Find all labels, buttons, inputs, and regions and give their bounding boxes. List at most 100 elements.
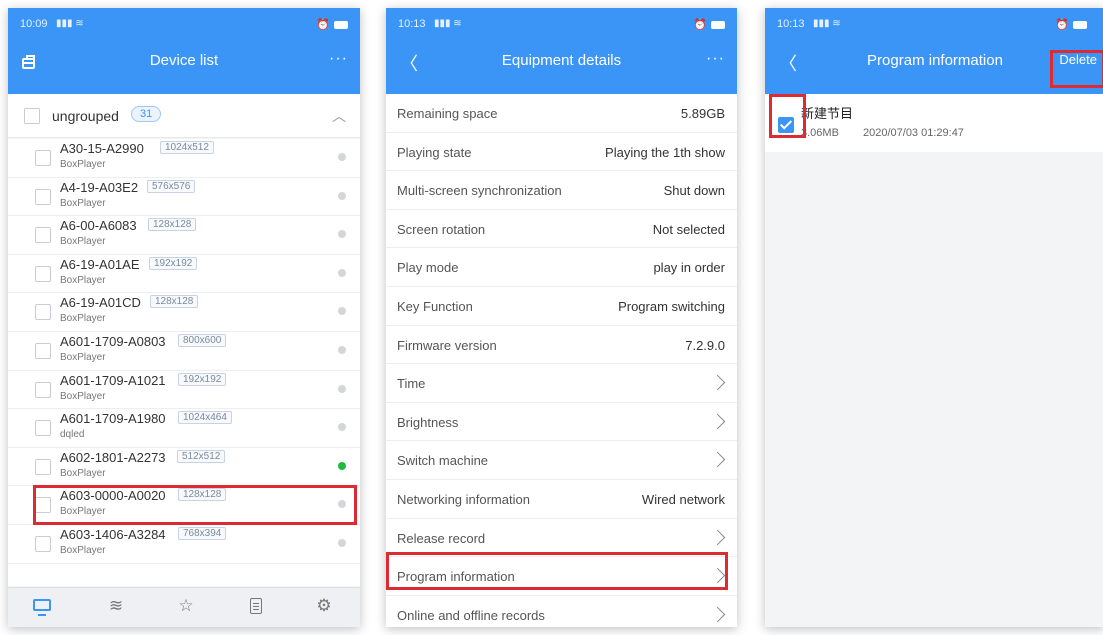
device-type: BoxPlayer xyxy=(60,159,106,170)
detail-value: Shut down xyxy=(663,183,725,199)
device-type: BoxPlayer xyxy=(60,351,106,363)
detail-row[interactable]: Key Function Program switching xyxy=(386,286,737,326)
detail-label: Play mode xyxy=(397,260,459,276)
device-row[interactable]: A6-19-A01AE 192x192 BoxPlayer xyxy=(8,254,360,294)
status-dot xyxy=(338,500,346,509)
detail-label: Program information xyxy=(397,569,515,585)
device-name: A6-00-A6083 xyxy=(60,218,137,234)
layers-icon[interactable]: ≋ xyxy=(104,596,128,618)
device-checkbox[interactable] xyxy=(35,458,51,475)
program-item[interactable]: 新建节目 3.06MB 2020/07/03 01:29:47 xyxy=(765,94,1103,152)
device-type: BoxPlayer xyxy=(60,467,106,479)
device-name: A603-1406-A3284 xyxy=(60,526,166,542)
detail-label: Networking information xyxy=(397,491,530,507)
device-row[interactable]: A6-19-A01CD 128x128 BoxPlayer xyxy=(8,293,360,332)
detail-row[interactable]: Online and offline records xyxy=(386,595,737,627)
device-type: BoxPlayer xyxy=(60,197,106,209)
device-type: BoxPlayer xyxy=(60,236,106,248)
chevron-right-icon[interactable] xyxy=(709,567,726,584)
device-name: A603-0000-A0020 xyxy=(60,488,166,504)
device-resolution-badge: 1024x464 xyxy=(178,411,232,425)
device-type: BoxPlayer xyxy=(60,313,106,325)
device-checkbox[interactable] xyxy=(35,188,51,205)
detail-row[interactable]: Brightness xyxy=(386,402,737,442)
signal-icon: ▮▮▮ ≋ xyxy=(56,18,84,29)
detail-row[interactable]: Networking information Wired network xyxy=(386,479,737,519)
delete-button[interactable]: Delete xyxy=(1059,52,1097,67)
device-type: BoxPlayer xyxy=(60,390,106,402)
device-row[interactable]: A601-1709-A1021 192x192 BoxPlayer xyxy=(8,370,360,410)
detail-label: Brightness xyxy=(397,414,459,430)
detail-label: Time xyxy=(397,376,426,392)
device-row[interactable]: A603-0000-A0020 128x128 BoxPlayer xyxy=(8,486,360,525)
device-name: A6-19-A01CD xyxy=(60,295,141,311)
detail-row[interactable]: Multi-screen synchronization Shut down xyxy=(386,171,737,210)
detail-row[interactable]: Screen rotation Not selected xyxy=(386,209,737,249)
device-resolution-badge: 192x192 xyxy=(149,256,198,270)
program-size: 3.06MB xyxy=(801,127,839,139)
program-date: 2020/07/03 01:29:47 xyxy=(863,127,964,139)
group-count-badge: 31 xyxy=(131,106,162,122)
device-row[interactable]: A4-19-A03E2 576x576 BoxPlayer xyxy=(8,177,360,217)
device-name: A601-1709-A1980 xyxy=(60,411,166,427)
device-row[interactable]: A603-1406-A3284 768x394 BoxPlayer xyxy=(8,524,360,564)
monitor-icon[interactable] xyxy=(30,596,54,618)
settings-icon[interactable]: ⚙ xyxy=(312,596,336,618)
star-icon[interactable]: ☆ xyxy=(174,596,198,618)
detail-row[interactable]: Release record xyxy=(386,518,737,558)
chevron-right-icon[interactable] xyxy=(709,374,726,391)
detail-label: Multi-screen synchronization xyxy=(397,183,562,199)
chevron-right-icon[interactable] xyxy=(709,452,726,468)
detail-row[interactable]: Firmware version 7.2.9.0 xyxy=(386,325,737,365)
device-type: BoxPlayer xyxy=(60,506,106,518)
detail-row[interactable]: Play mode play in order xyxy=(386,248,737,287)
device-checkbox[interactable] xyxy=(35,420,51,437)
chevron-right-icon[interactable] xyxy=(709,529,726,545)
status-dot xyxy=(338,538,346,547)
program-information-header: 10:13 ▮▮▮ ≋ ⏰ 〈 Program information Dele… xyxy=(765,8,1103,94)
device-checkbox[interactable] xyxy=(35,497,51,514)
device-checkbox[interactable] xyxy=(35,535,51,552)
detail-label: Screen rotation xyxy=(397,221,486,237)
device-checkbox[interactable] xyxy=(35,381,51,398)
detail-label: Switch machine xyxy=(397,453,489,469)
device-row[interactable]: A602-1801-A2273 512x512 BoxPlayer xyxy=(8,447,360,487)
chevron-up-icon[interactable]: ︿ xyxy=(332,106,346,126)
detail-value: Playing the 1th show xyxy=(605,144,725,160)
chevron-right-icon[interactable] xyxy=(709,413,726,430)
device-resolution-badge: 768x394 xyxy=(178,526,227,540)
equipment-details-header: 10:13 ▮▮▮ ≋ ⏰ 〈 Equipment details ··· xyxy=(386,8,737,94)
device-resolution-badge: 128x128 xyxy=(178,488,227,502)
detail-value: 5.89GB xyxy=(680,106,725,121)
more-icon[interactable]: ··· xyxy=(706,50,725,68)
device-checkbox[interactable] xyxy=(35,150,51,166)
status-bar: 10:13 ▮▮▮ ≋ ⏰ xyxy=(398,18,725,34)
device-checkbox[interactable] xyxy=(35,342,51,359)
device-checkbox[interactable] xyxy=(35,227,51,244)
detail-row[interactable]: Switch machine xyxy=(386,441,737,480)
page-title: Program information xyxy=(867,52,1003,69)
device-checkbox[interactable] xyxy=(35,304,51,321)
device-row[interactable]: A6-00-A6083 128x128 BoxPlayer xyxy=(8,216,360,255)
chevron-right-icon[interactable] xyxy=(709,606,726,622)
signal-icon: ▮▮▮ ≋ xyxy=(434,18,462,29)
details-list: Remaining space 5.89GB Playing state Playin… xyxy=(386,94,737,627)
group-checkbox[interactable] xyxy=(24,108,40,124)
device-row[interactable]: A601-1709-A0803 800x600 BoxPlayer xyxy=(8,331,360,371)
detail-row[interactable]: Playing state Playing the 1th show xyxy=(386,132,737,172)
device-resolution-badge: 128x128 xyxy=(148,218,197,232)
list-icon[interactable] xyxy=(244,596,268,618)
group-header-ungrouped[interactable]: ungrouped 31 ︿ xyxy=(8,94,360,138)
equipment-details-screen: 10:13 ▮▮▮ ≋ ⏰ 〈 Equipment details ··· Re… xyxy=(386,8,737,627)
detail-row[interactable]: Time xyxy=(386,364,737,403)
more-icon[interactable]: ··· xyxy=(329,50,348,68)
device-checkbox[interactable] xyxy=(35,265,51,282)
detail-row[interactable]: Program information xyxy=(386,557,737,596)
alarm-battery-icon: ⏰ xyxy=(316,18,348,31)
program-checkbox[interactable] xyxy=(778,117,794,133)
status-time: 10:13 xyxy=(777,18,805,30)
device-row[interactable]: A601-1709-A1980 1024x464 dqled xyxy=(8,409,360,448)
detail-row[interactable]: Remaining space 5.89GB xyxy=(386,94,737,133)
device-row[interactable]: A30-15-A2990 1024x512 BoxPlayer xyxy=(8,139,360,178)
group-name: ungrouped xyxy=(52,108,119,124)
